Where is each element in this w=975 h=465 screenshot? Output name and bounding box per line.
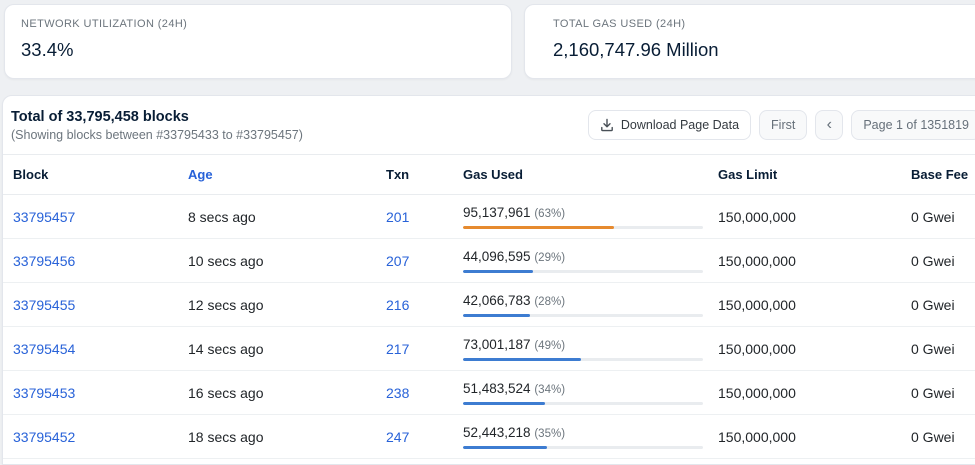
- base-fee-cell: 0 Gwei: [911, 239, 975, 283]
- gas-used-bar-track: [463, 270, 703, 273]
- gas-used-cell: 42,066,783 (28%): [463, 283, 718, 327]
- gas-limit-cell: 150,000,000: [718, 327, 911, 371]
- age-cell: 8 secs ago: [188, 195, 386, 239]
- table-row: 33795457 8 secs ago 201 95,137,961 (63%)…: [3, 195, 975, 239]
- gas-used-bar-fill: [463, 358, 581, 361]
- gas-used-bar-fill: [463, 446, 547, 449]
- gas-used-cell: 73,001,187 (49%): [463, 327, 718, 371]
- pagination-toolbar: Download Page Data First ‹ Page 1 of 135…: [588, 110, 975, 140]
- col-header-age[interactable]: Age: [188, 155, 386, 195]
- gas-used-value: 73,001,187: [463, 337, 531, 352]
- txn-link[interactable]: 217: [386, 341, 409, 357]
- base-fee-cell: 0 Gwei: [911, 283, 975, 327]
- gas-used-percent: (29%): [534, 252, 565, 264]
- total-gas-used-value: 2,160,747.96 Million: [553, 39, 975, 61]
- page: { "stats": { "utilization": { "label": "…: [0, 0, 975, 447]
- col-header-gas-limit: Gas Limit: [718, 155, 911, 195]
- gas-limit-cell: 150,000,000: [718, 371, 911, 415]
- blocks-card: Total of 33,795,458 blocks (Showing bloc…: [2, 95, 975, 465]
- block-link[interactable]: 33795457: [13, 209, 75, 225]
- txn-link[interactable]: 247: [386, 429, 409, 445]
- gas-used-bar-track: [463, 446, 703, 449]
- gas-used-percent: (34%): [534, 384, 565, 396]
- age-cell: 16 secs ago: [188, 371, 386, 415]
- base-fee-cell: 0 Gwei: [911, 327, 975, 371]
- table-row: 33795453 16 secs ago 238 51,483,524 (34%…: [3, 371, 975, 415]
- network-utilization-label: NETWORK UTILIZATION (24H): [21, 18, 495, 30]
- table-row: 33795454 14 secs ago 217 73,001,187 (49%…: [3, 327, 975, 371]
- table-row: 33795455 12 secs ago 216 42,066,783 (28%…: [3, 283, 975, 327]
- network-utilization-value: 33.4%: [21, 39, 495, 61]
- network-utilization-card: NETWORK UTILIZATION (24H) 33.4%: [4, 4, 512, 79]
- gas-used-value: 51,483,524: [463, 381, 531, 396]
- gas-used-value: 95,137,961: [463, 205, 531, 220]
- col-header-gas-used: Gas Used: [463, 155, 718, 195]
- blocks-card-header: Total of 33,795,458 blocks (Showing bloc…: [3, 96, 975, 154]
- total-gas-used-card: TOTAL GAS USED (24H) 2,160,747.96 Millio…: [524, 4, 975, 79]
- gas-limit-cell: 150,000,000: [718, 239, 911, 283]
- age-cell: 10 secs ago: [188, 239, 386, 283]
- gas-used-percent: (63%): [534, 208, 565, 220]
- table-row: 33795456 10 secs ago 207 44,096,595 (29%…: [3, 239, 975, 283]
- blocks-summary: Total of 33,795,458 blocks (Showing bloc…: [11, 109, 303, 142]
- download-button-label: Download Page Data: [621, 118, 739, 132]
- gas-used-cell: 95,137,961 (63%): [463, 195, 718, 239]
- gas-limit-cell: 150,000,000: [718, 283, 911, 327]
- gas-used-bar-track: [463, 358, 703, 361]
- gas-used-percent: (49%): [534, 340, 565, 352]
- txn-link[interactable]: 238: [386, 385, 409, 401]
- gas-used-bar-fill: [463, 402, 545, 405]
- txn-link[interactable]: 201: [386, 209, 409, 225]
- block-link[interactable]: 33795452: [13, 429, 75, 445]
- gas-used-percent: (28%): [534, 296, 565, 308]
- txn-link[interactable]: 207: [386, 253, 409, 269]
- table-row: 33795452 18 secs ago 247 52,443,218 (35%…: [3, 415, 975, 459]
- gas-used-bar-track: [463, 226, 703, 229]
- age-cell: 12 secs ago: [188, 283, 386, 327]
- first-page-label: First: [771, 118, 795, 132]
- gas-limit-cell: 150,000,000: [718, 415, 911, 459]
- first-page-button[interactable]: First: [759, 110, 807, 140]
- txn-link[interactable]: 216: [386, 297, 409, 313]
- col-header-block: Block: [3, 155, 188, 195]
- gas-used-bar-track: [463, 402, 703, 405]
- gas-used-value: 44,096,595: [463, 249, 531, 264]
- chevron-left-icon: ‹: [827, 117, 832, 133]
- download-page-data-button[interactable]: Download Page Data: [588, 110, 751, 140]
- gas-used-cell: 51,483,524 (34%): [463, 371, 718, 415]
- col-header-txn: Txn: [386, 155, 463, 195]
- total-gas-used-label: TOTAL GAS USED (24H): [553, 18, 975, 30]
- page-indicator[interactable]: Page 1 of 1351819: [851, 110, 975, 140]
- base-fee-cell: 0 Gwei: [911, 415, 975, 459]
- col-header-base-fee: Base Fee: [911, 155, 975, 195]
- gas-used-cell: 44,096,595 (29%): [463, 239, 718, 283]
- gas-used-value: 52,443,218: [463, 425, 531, 440]
- gas-used-cell: 52,443,218 (35%): [463, 415, 718, 459]
- gas-limit-cell: 150,000,000: [718, 195, 911, 239]
- table-header-row: Block Age Txn Gas Used Gas Limit Base Fe…: [3, 155, 975, 195]
- block-link[interactable]: 33795455: [13, 297, 75, 313]
- base-fee-cell: 0 Gwei: [911, 371, 975, 415]
- gas-used-percent: (35%): [534, 428, 565, 440]
- blocks-range-subtitle: (Showing blocks between #33795433 to #33…: [11, 128, 303, 142]
- block-link[interactable]: 33795456: [13, 253, 75, 269]
- gas-used-value: 42,066,783: [463, 293, 531, 308]
- blocks-total-title: Total of 33,795,458 blocks: [11, 109, 303, 125]
- gas-used-bar-fill: [463, 270, 533, 273]
- base-fee-cell: 0 Gwei: [911, 195, 975, 239]
- age-cell: 14 secs ago: [188, 327, 386, 371]
- block-link[interactable]: 33795454: [13, 341, 75, 357]
- page-indicator-label: Page 1 of 1351819: [863, 118, 969, 132]
- previous-page-button[interactable]: ‹: [815, 110, 843, 140]
- block-link[interactable]: 33795453: [13, 385, 75, 401]
- gas-used-bar-fill: [463, 314, 530, 317]
- gas-used-bar-track: [463, 314, 703, 317]
- download-icon: [600, 118, 614, 132]
- gas-used-bar-fill: [463, 226, 614, 229]
- blocks-table: Block Age Txn Gas Used Gas Limit Base Fe…: [3, 154, 975, 459]
- age-cell: 18 secs ago: [188, 415, 386, 459]
